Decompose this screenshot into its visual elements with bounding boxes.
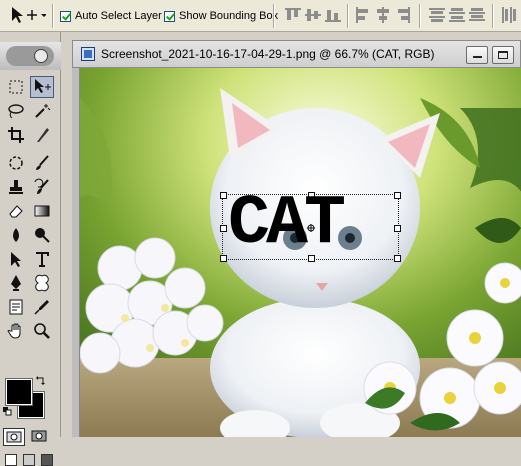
eyedropper-tool-icon[interactable] — [30, 296, 54, 318]
path-selection-tool-icon[interactable] — [4, 248, 28, 270]
auto-select-layer-label: Auto Select Layer — [75, 10, 162, 22]
document-icon — [81, 47, 95, 61]
standard-screen-mode-icon[interactable] — [5, 454, 17, 466]
document-canvas[interactable]: CAT — [80, 68, 521, 437]
standard-mode-icon — [6, 431, 22, 443]
clone-stamp-tool-icon[interactable] — [4, 176, 28, 198]
quick-mask-mode-icon — [31, 430, 47, 442]
brush-tool-icon[interactable] — [30, 152, 54, 174]
align-top-edges-icon[interactable] — [284, 6, 302, 24]
distribute-top-edges-icon[interactable] — [428, 6, 446, 24]
standard-mode-button[interactable] — [3, 428, 25, 446]
move-tool-icon[interactable] — [30, 76, 54, 98]
swap-colors-icon[interactable] — [36, 375, 46, 385]
distribute-vertical-centers-icon[interactable] — [448, 6, 466, 24]
foreground-color-swatch[interactable] — [5, 378, 33, 406]
dodge-tool-icon[interactable] — [30, 224, 54, 246]
options-separator — [419, 4, 421, 28]
checkbox-checked-icon — [164, 10, 175, 22]
transform-handle[interactable] — [220, 225, 227, 232]
quick-mask-mode-button[interactable] — [29, 428, 51, 446]
options-separator — [273, 4, 275, 28]
options-bar: Auto Select Layer Show Bounding Box — [0, 0, 521, 32]
move-tool-preset-picker[interactable] — [8, 5, 47, 27]
zoom-tool-icon[interactable] — [30, 320, 54, 342]
minimize-button[interactable] — [466, 46, 488, 64]
pen-tool-icon[interactable] — [4, 272, 28, 294]
align-horizontal-centers-icon[interactable] — [374, 6, 392, 24]
slice-tool-icon[interactable] — [30, 124, 54, 146]
distribute-left-edges-icon[interactable] — [500, 6, 518, 24]
rectangular-marquee-tool-icon[interactable] — [4, 76, 28, 98]
align-vertical-centers-icon[interactable] — [304, 6, 322, 24]
custom-shape-tool-icon[interactable] — [30, 272, 54, 294]
history-brush-tool-icon[interactable] — [30, 176, 54, 198]
document-titlebar[interactable]: Screenshot_2021-10-16-17-04-29-1.png @ 6… — [72, 40, 521, 68]
document-title: Screenshot_2021-10-16-17-04-29-1.png @ 6… — [101, 47, 435, 61]
gradient-tool-icon[interactable] — [30, 200, 54, 222]
options-separator — [492, 4, 494, 28]
toolbox-header — [0, 42, 61, 70]
options-separator — [52, 4, 54, 28]
toolbox — [0, 32, 61, 466]
move-tool-icon — [12, 7, 47, 23]
default-colors-icon[interactable] — [3, 407, 12, 416]
document-window: Screenshot_2021-10-16-17-04-29-1.png @ 6… — [72, 40, 521, 437]
checkbox-checked-icon — [60, 10, 71, 22]
type-tool-icon[interactable] — [30, 248, 54, 270]
align-right-edges-icon[interactable] — [394, 6, 412, 24]
show-bounding-box-label: Show Bounding Box — [179, 10, 279, 22]
notes-tool-icon[interactable] — [4, 296, 28, 318]
lasso-tool-icon[interactable] — [4, 100, 28, 122]
magic-wand-tool-icon[interactable] — [30, 100, 54, 122]
align-bottom-edges-icon[interactable] — [324, 6, 342, 24]
full-screen-mode-icon[interactable] — [41, 454, 53, 466]
align-left-edges-icon[interactable] — [354, 6, 372, 24]
maximize-button[interactable] — [492, 46, 514, 64]
healing-brush-tool-icon[interactable] — [4, 152, 28, 174]
distribute-bottom-edges-icon[interactable] — [468, 6, 486, 24]
auto-select-layer-checkbox[interactable]: Auto Select Layer — [60, 8, 162, 24]
crop-tool-icon[interactable] — [4, 124, 28, 146]
photoshop-eye-logo-icon — [6, 46, 54, 66]
screen-mode-buttons[interactable] — [5, 454, 55, 466]
transform-handle[interactable] — [220, 255, 227, 262]
eraser-tool-icon[interactable] — [4, 200, 28, 222]
transform-handle[interactable] — [220, 192, 227, 199]
full-screen-menu-mode-icon[interactable] — [23, 454, 35, 466]
show-bounding-box-checkbox[interactable]: Show Bounding Box — [164, 8, 278, 24]
blur-tool-icon[interactable] — [4, 224, 28, 246]
window-left-border — [72, 68, 80, 437]
hand-tool-icon[interactable] — [4, 320, 28, 342]
options-separator — [347, 4, 349, 28]
cat-text-layer[interactable]: CAT — [228, 180, 398, 270]
